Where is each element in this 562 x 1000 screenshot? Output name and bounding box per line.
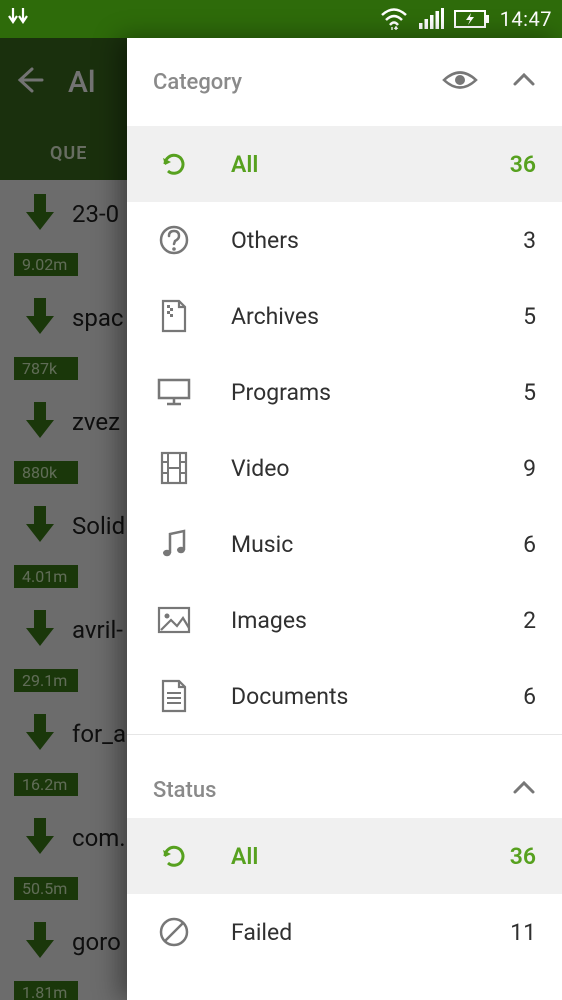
status-count: 36 [510,843,536,870]
chevron-up-icon[interactable] [512,72,536,92]
category-row-video[interactable]: Video9 [127,430,562,506]
category-list: All36Others3Archives5Programs5Video9Musi… [127,126,562,734]
category-label: Archives [231,303,523,330]
category-count: 5 [523,303,536,330]
category-title: Category [153,70,442,95]
category-row-others[interactable]: Others3 [127,202,562,278]
archive-icon [153,299,195,333]
category-count: 6 [523,531,536,558]
category-row-images[interactable]: Images2 [127,582,562,658]
film-icon [153,451,195,485]
category-row-all[interactable]: All36 [127,126,562,202]
status-count: 11 [510,919,536,946]
status-list: All36Failed11 [127,818,562,970]
battery-charging-icon [454,9,490,29]
download-active-icon [6,6,36,32]
category-label: Others [231,227,523,254]
category-count: 2 [523,607,536,634]
status-time: 14:47 [500,7,552,31]
status-right: 14:47 [380,7,552,31]
visibility-icon[interactable] [442,67,478,97]
image-icon [153,606,195,634]
status-row-all[interactable]: All36 [127,818,562,894]
android-status-bar: 14:47 [0,0,562,38]
section-divider [127,734,562,762]
status-section-header: Status [127,762,562,818]
refresh-icon [153,149,195,179]
status-label: Failed [231,919,510,946]
status-left [6,6,36,32]
chevron-up-icon[interactable] [512,780,536,800]
category-count: 6 [523,683,536,710]
status-row-failed[interactable]: Failed11 [127,894,562,970]
status-label: All [231,843,510,870]
category-label: All [231,151,510,178]
filter-drawer: Category All36Others3Archives5Programs5V… [127,38,562,1000]
category-label: Images [231,607,523,634]
category-label: Music [231,531,523,558]
music-icon [153,528,195,560]
help-icon [153,224,195,256]
signal-icon [418,8,444,30]
monitor-icon [153,377,195,407]
category-label: Video [231,455,523,482]
category-section-header: Category [127,38,562,126]
category-count: 9 [523,455,536,482]
category-label: Documents [231,683,523,710]
category-row-programs[interactable]: Programs5 [127,354,562,430]
forbid-icon [153,916,195,948]
document-icon [153,679,195,713]
refresh-icon [153,841,195,871]
category-row-music[interactable]: Music6 [127,506,562,582]
wifi-icon [380,8,408,30]
category-label: Programs [231,379,523,406]
category-row-archives[interactable]: Archives5 [127,278,562,354]
category-count: 3 [523,227,536,254]
status-title: Status [153,778,512,803]
category-count: 36 [510,151,536,178]
category-count: 5 [523,379,536,406]
category-row-documents[interactable]: Documents6 [127,658,562,734]
